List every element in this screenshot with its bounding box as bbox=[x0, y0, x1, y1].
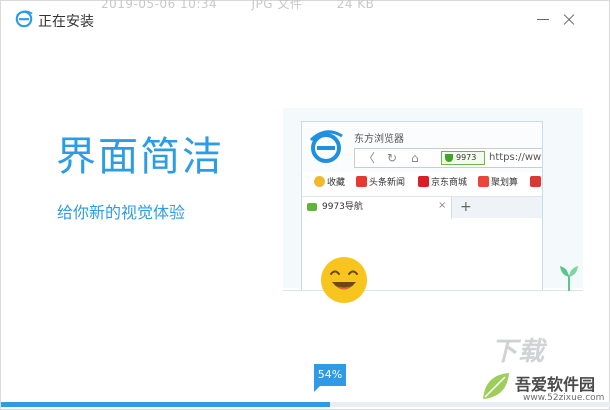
title-bar: 正在安装 bbox=[1, 1, 609, 41]
feature-subline: 给你新的视觉体验 bbox=[57, 203, 186, 222]
bookmark-item-partial bbox=[530, 176, 542, 190]
browser-name: 东方浏览器 bbox=[354, 134, 404, 145]
installer-window: 2019-05-06 10:34 JPG 文件 24 KB 正在安装 界面简洁 … bbox=[0, 0, 610, 410]
minimize-button[interactable] bbox=[532, 9, 554, 31]
url-text: https://www bbox=[489, 152, 542, 163]
new-tab-icon: + bbox=[460, 199, 472, 215]
bookmark-item: 收藏 bbox=[314, 176, 345, 190]
leaf-logo-icon bbox=[483, 373, 509, 399]
tab-favicon-icon bbox=[307, 203, 317, 211]
juhuasuan-icon bbox=[478, 176, 489, 187]
tab-bar: 9973导航 × + bbox=[302, 196, 542, 219]
watermark-big-text: 下载 bbox=[491, 337, 546, 367]
window-title: 正在安装 bbox=[38, 14, 94, 30]
bookmark-item: 聚划算 bbox=[478, 176, 518, 190]
reload-icon: ↻ bbox=[387, 151, 398, 165]
tab-9973: 9973导航 × bbox=[302, 197, 452, 219]
progress-fill bbox=[1, 402, 331, 407]
bookmark-item: 头条新闻 bbox=[356, 176, 405, 190]
progress-percent-badge: 54% bbox=[314, 364, 346, 392]
star-icon bbox=[314, 176, 325, 187]
watermark-text: 吾爱软件园 bbox=[515, 375, 596, 394]
sprout-icon bbox=[560, 266, 578, 291]
smiley-face-icon bbox=[321, 257, 367, 303]
jd-icon bbox=[418, 176, 429, 187]
tab-close-icon: × bbox=[438, 200, 447, 211]
bookmarks-bar: 收藏 头条新闻 京东商城 聚划算 bbox=[310, 174, 542, 192]
app-logo-icon bbox=[15, 10, 33, 28]
watermark: 下载 吾爱软件园 www.52zixue.com bbox=[471, 331, 610, 410]
news-icon bbox=[356, 176, 367, 187]
address-bar: 〈 ↻ ⌂ 9973 https://www bbox=[354, 148, 542, 168]
feature-headline: 界面简洁 bbox=[56, 134, 224, 180]
bookmark-item: 京东商城 bbox=[418, 176, 467, 190]
security-badge: 9973 bbox=[441, 151, 485, 165]
browser-logo-icon bbox=[309, 130, 343, 163]
home-icon: ⌂ bbox=[411, 151, 419, 165]
back-icon: 〈 bbox=[363, 151, 376, 165]
preview-header: 东方浏览器 〈 ↻ ⌂ 9973 https://www bbox=[302, 122, 542, 172]
close-button[interactable] bbox=[558, 9, 580, 31]
watermark-url: www.52zixue.com bbox=[523, 393, 605, 403]
bookmark-icon bbox=[530, 176, 541, 187]
tab-label: 9973导航 bbox=[322, 202, 363, 212]
